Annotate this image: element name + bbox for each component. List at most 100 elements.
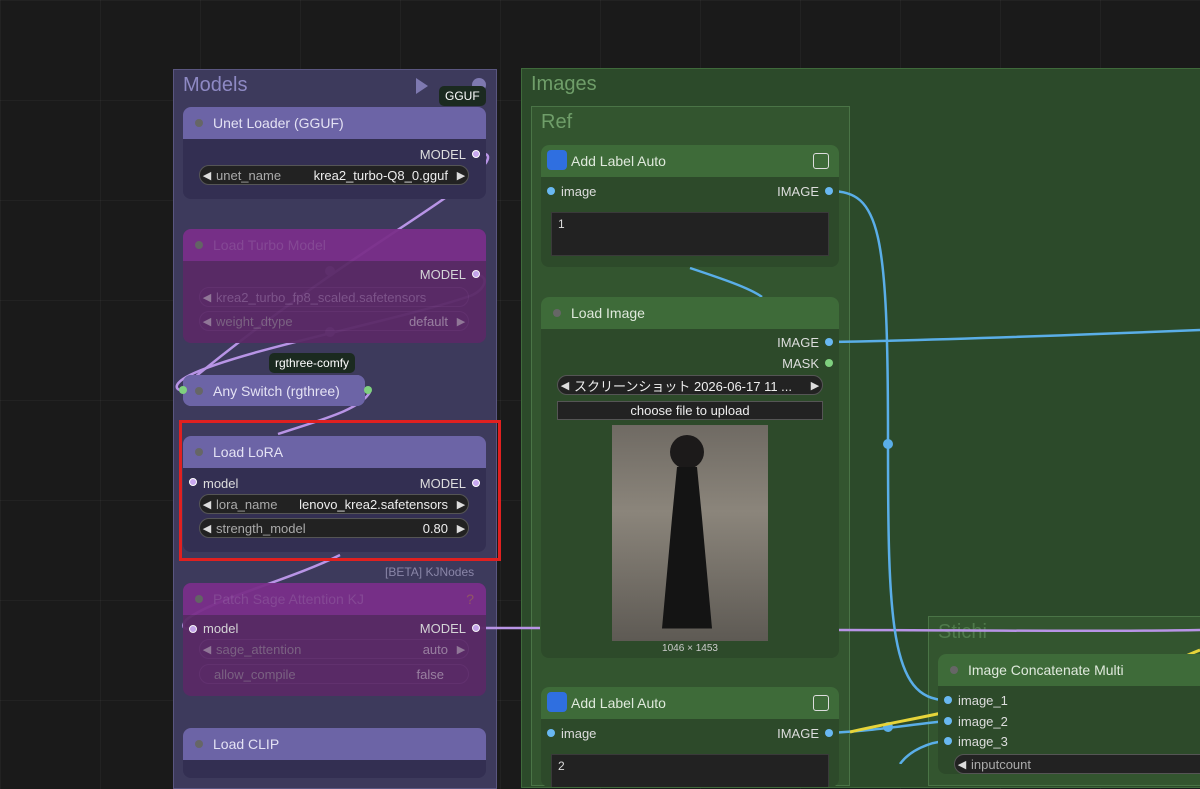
input-label: model	[203, 621, 239, 636]
arrow-left-icon[interactable]: ◀	[200, 291, 214, 304]
node-header[interactable]: Unet Loader (GGUF)	[183, 107, 486, 139]
help-icon[interactable]: ?	[466, 591, 474, 607]
node-title: Load Image	[571, 305, 645, 321]
widget-label: weight_dtype	[216, 313, 293, 329]
node-unet-loader[interactable]: Unet Loader (GGUF) MODEL ◀ unet_name kre…	[183, 107, 486, 199]
output-label: MODEL	[419, 267, 466, 282]
widget-value: スクリーンショット 2026-06-17 11 ...	[574, 378, 793, 394]
input-label: image_3	[958, 734, 1008, 749]
node-load-turbo-model[interactable]: Load Turbo Model MODEL ◀ krea2_turbo_fp8…	[183, 229, 486, 343]
arrow-left-icon[interactable]: ◀	[200, 315, 214, 328]
node-title: Image Concatenate Multi	[968, 662, 1124, 678]
arrow-right-icon[interactable]: ▶	[808, 379, 822, 392]
collapse-dot-icon[interactable]	[950, 666, 958, 674]
arrow-right-icon[interactable]: ▶	[454, 643, 468, 656]
widget-value: krea2_turbo-Q8_0.gguf	[313, 167, 448, 183]
output-slot[interactable]	[825, 729, 833, 737]
figure-head	[670, 435, 704, 469]
output-slot[interactable]	[825, 187, 833, 195]
node-header[interactable]: Image Concatenate Multi	[938, 654, 1200, 686]
node-image-concatenate-multi[interactable]: Image Concatenate Multi image_1 image_2 …	[938, 654, 1200, 774]
output-slot[interactable]	[825, 359, 833, 367]
arrow-right-icon[interactable]: ▶	[454, 315, 468, 328]
widget-value: false	[416, 666, 444, 682]
output-label: MODEL	[419, 147, 466, 162]
arrow-left-icon[interactable]: ◀	[200, 643, 214, 656]
allow-compile-toggle[interactable]: allow_compile false	[199, 664, 469, 684]
node-source-label: [BETA] KJNodes	[385, 565, 475, 579]
output-label: IMAGE	[777, 335, 819, 350]
node-header[interactable]: Load Turbo Model	[183, 229, 486, 261]
widget-label: sage_attention	[216, 641, 302, 657]
collapse-dot-icon[interactable]	[195, 740, 203, 748]
node-title: Unet Loader (GGUF)	[213, 115, 344, 131]
node-header[interactable]: Add Label Auto	[541, 145, 839, 177]
collapse-dot-icon[interactable]	[195, 595, 203, 603]
output-label: IMAGE	[777, 726, 819, 741]
widget-value: default	[408, 313, 448, 329]
node-load-image[interactable]: Load Image IMAGE MASK ◀ スクリーンショット 2026-0…	[541, 297, 839, 658]
inputcount-widget[interactable]: ◀ inputcount	[954, 754, 1200, 774]
input-slot[interactable]	[179, 386, 187, 394]
arrow-left-icon[interactable]: ◀	[955, 758, 969, 771]
label-text-input[interactable]: 2	[551, 754, 829, 787]
group-title: Images	[531, 73, 597, 95]
node-patch-sage-attention[interactable]: Patch Sage Attention KJ ? model MODEL ◀ …	[183, 583, 486, 696]
image-file-combo[interactable]: ◀ スクリーンショット 2026-06-17 11 ... ▶	[557, 375, 823, 395]
widget-label: allow_compile	[214, 666, 296, 682]
node-add-label-auto-1[interactable]: Add Label Auto image IMAGE 1	[541, 145, 839, 267]
output-slot[interactable]	[825, 338, 833, 346]
node-title: Add Label Auto	[571, 695, 666, 711]
node-title: Load Turbo Model	[213, 237, 326, 253]
output-slot[interactable]	[472, 150, 480, 158]
output-slot[interactable]	[472, 270, 480, 278]
group-title: Ref	[541, 111, 573, 133]
image-dimensions: 1046 × 1453	[662, 643, 718, 654]
upload-button[interactable]: choose file to upload	[557, 401, 823, 420]
node-load-clip[interactable]: Load CLIP	[183, 728, 486, 778]
unet-name-combo[interactable]: ◀ unet_name krea2_turbo-Q8_0.gguf ▶	[199, 165, 469, 185]
output-label: IMAGE	[777, 184, 819, 199]
output-slot[interactable]	[472, 624, 480, 632]
node-header[interactable]: Patch Sage Attention KJ ?	[183, 583, 486, 615]
weight-dtype-combo[interactable]: ◀ weight_dtype default ▶	[199, 311, 469, 331]
ckpt-name-combo[interactable]: ◀ krea2_turbo_fp8_scaled.safetensors	[199, 287, 469, 307]
input-label: image_1	[958, 693, 1008, 708]
arrow-left-icon[interactable]: ◀	[558, 379, 572, 392]
input-slot[interactable]	[189, 625, 197, 633]
node-header[interactable]: Add Label Auto	[541, 687, 839, 719]
input-slot[interactable]	[547, 187, 555, 195]
selection-highlight	[179, 420, 501, 561]
widget-label: unet_name	[216, 167, 282, 183]
collapse-dot-icon[interactable]	[195, 387, 203, 395]
node-workflow-icon	[547, 150, 567, 170]
label-text-input[interactable]: 1	[551, 212, 829, 256]
input-label: image_2	[958, 714, 1008, 729]
expand-icon[interactable]	[813, 153, 829, 169]
arrow-left-icon[interactable]: ◀	[200, 169, 214, 182]
image-preview	[612, 425, 768, 641]
arrow-right-icon[interactable]: ▶	[454, 169, 468, 182]
sage-attention-combo[interactable]: ◀ sage_attention auto ▶	[199, 639, 469, 659]
node-header[interactable]: Load CLIP	[183, 728, 486, 760]
input-slot[interactable]	[547, 729, 555, 737]
node-title: Add Label Auto	[571, 153, 666, 169]
node-title: Any Switch (rgthree)	[213, 382, 340, 399]
input-slot[interactable]	[944, 696, 952, 704]
node-any-switch[interactable]: Any Switch (rgthree)	[183, 375, 365, 406]
node-workflow-icon	[547, 692, 567, 712]
expand-icon[interactable]	[813, 695, 829, 711]
input-slot[interactable]	[944, 737, 952, 745]
output-label: MODEL	[419, 621, 466, 636]
node-add-label-auto-2[interactable]: Add Label Auto image IMAGE 2	[541, 687, 839, 787]
collapse-dot-icon[interactable]	[553, 309, 561, 317]
collapse-dot-icon[interactable]	[195, 119, 203, 127]
play-icon[interactable]	[416, 78, 428, 94]
collapse-dot-icon[interactable]	[195, 241, 203, 249]
node-header[interactable]: Any Switch (rgthree)	[183, 375, 365, 406]
output-slot[interactable]	[364, 386, 372, 394]
node-header[interactable]: Load Image	[541, 297, 839, 329]
node-title: Load CLIP	[213, 736, 280, 752]
input-slot[interactable]	[944, 717, 952, 725]
widget-value: krea2_turbo_fp8_scaled.safetensors	[216, 289, 427, 305]
